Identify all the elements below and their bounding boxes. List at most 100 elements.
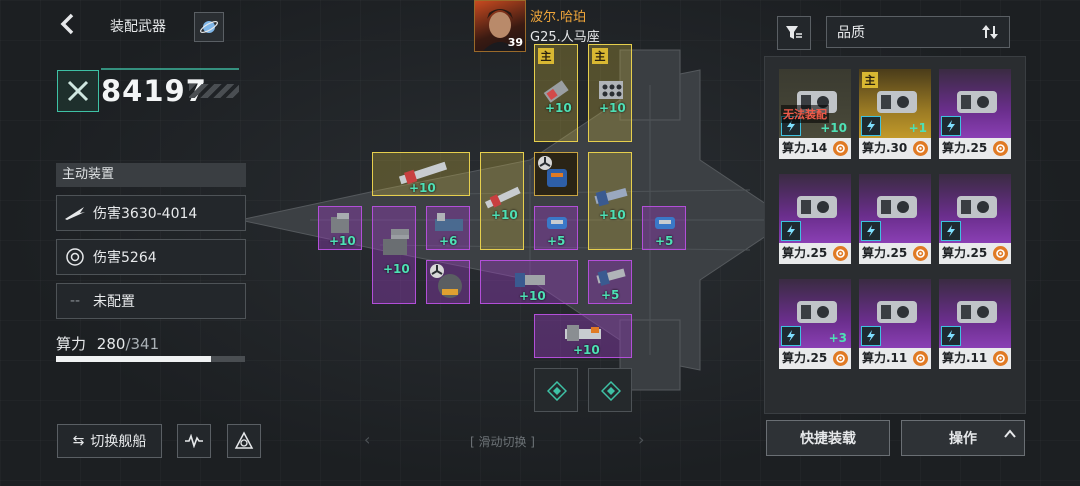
gear-icon — [833, 351, 848, 366]
active-device-title: 主动装置 — [56, 163, 246, 187]
fleet-button[interactable] — [227, 424, 261, 458]
swap-ship-button[interactable]: ⇆ 切换舰船 — [57, 424, 162, 458]
captain-level: 39 — [507, 36, 523, 49]
lightning-skill-icon — [781, 326, 801, 346]
compute-max: /341 — [125, 335, 160, 353]
main-tag: 主 — [862, 72, 878, 88]
slide-right-icon[interactable]: › — [638, 430, 644, 449]
chevron-left-icon — [60, 13, 74, 35]
main-tag: 主 — [538, 48, 554, 64]
slash-damage-icon — [63, 203, 87, 223]
inventory-card[interactable]: 算力.25 — [939, 69, 1011, 159]
card-power: 算力.25 — [779, 348, 851, 369]
weapon-slot-8[interactable]: +6 — [426, 206, 470, 250]
compute-label: 算力 280/341 — [56, 333, 159, 354]
cannon-icon — [596, 268, 626, 286]
card-power: 算力.11 — [859, 348, 931, 369]
slot-level: +5 — [547, 234, 566, 248]
card-power-label: 算力.25 — [942, 141, 988, 155]
captain-avatar[interactable]: 39 — [474, 0, 526, 52]
gear-icon — [833, 141, 848, 156]
gear-icon — [913, 246, 928, 261]
lightning-skill-icon — [941, 116, 961, 136]
slot-level: +10 — [491, 208, 518, 222]
inventory-card[interactable]: 主 +1 算力.30 — [859, 69, 931, 159]
weapon-slot-2[interactable]: 主 +10 — [588, 44, 632, 142]
operation-button[interactable]: 操作 — [901, 420, 1025, 456]
card-power: 算力.25 — [939, 138, 1011, 159]
lightning-skill-icon — [861, 326, 881, 346]
active-device-2[interactable]: 伤害5264 — [56, 239, 246, 275]
core-slot[interactable] — [534, 152, 578, 196]
empty-slot-2[interactable] — [588, 368, 632, 412]
card-power-label: 算力.25 — [782, 351, 828, 365]
weapon-slot-10[interactable]: +5 — [642, 206, 686, 250]
inventory-card[interactable]: 算力.25 — [939, 174, 1011, 264]
empty-slot-icon — [601, 381, 621, 401]
card-power-label: 算力.14 — [782, 141, 828, 155]
waveform-icon — [185, 434, 203, 448]
weapon-slot-13[interactable]: +5 — [588, 260, 632, 304]
inventory-card[interactable]: 无法装配 +10 算力.14 — [779, 69, 851, 159]
slot-level: +5 — [601, 288, 620, 302]
inventory-card[interactable]: 算力.25 — [859, 174, 931, 264]
card-power: 算力.25 — [859, 243, 931, 264]
active-device-1[interactable]: 伤害3630-4014 — [56, 195, 246, 231]
card-power: 算力.11 — [939, 348, 1011, 369]
slot-level: +10 — [383, 262, 410, 276]
power-score: 84197 — [57, 68, 240, 112]
quality-select[interactable]: 品质 — [826, 16, 1010, 48]
planet-button[interactable] — [194, 12, 224, 42]
active-device-3-label: 未配置 — [93, 294, 135, 310]
card-power-label: 算力.11 — [942, 351, 988, 365]
sphere-reactor-icon — [438, 274, 462, 298]
missile-pod-icon — [543, 80, 569, 103]
card-level: +1 — [908, 121, 927, 135]
card-power-label: 算力.25 — [942, 246, 988, 260]
main-tag: 主 — [592, 48, 608, 64]
active-device-panel: 主动装置 伤害3630-4014 伤害5264 -- 未配置 — [56, 163, 246, 319]
empty-slot-1[interactable] — [534, 368, 578, 412]
weapon-slot-5[interactable]: +10 — [588, 152, 632, 250]
weapon-slot-7[interactable]: +10 — [372, 206, 416, 304]
plasma-launcher-icon — [547, 217, 567, 229]
lightning-skill-icon — [861, 116, 881, 136]
weapon-slot-14[interactable]: +10 — [534, 314, 632, 358]
slot-level: +10 — [409, 181, 436, 195]
back-button[interactable] — [58, 12, 80, 38]
lightning-skill-icon — [861, 221, 881, 241]
active-device-3[interactable]: -- 未配置 — [56, 283, 246, 319]
slot-level: +10 — [519, 289, 546, 303]
inventory-card[interactable]: +3 算力.25 — [779, 279, 851, 369]
weapon-slot-12[interactable]: +10 — [480, 260, 578, 304]
weapon-slot-1[interactable]: 主 +10 — [534, 44, 578, 142]
heavy-cannon-icon — [515, 273, 545, 287]
filter-button[interactable] — [777, 16, 811, 50]
quick-load-button[interactable]: 快捷装载 — [766, 420, 890, 456]
weapon-slot-11[interactable] — [426, 260, 470, 304]
slide-left-icon[interactable]: ‹ — [364, 430, 370, 449]
cannon-icon — [594, 187, 628, 207]
captain-ship: G25.人马座 — [530, 30, 600, 45]
shield-burst-icon — [63, 247, 87, 267]
weapon-slot-3[interactable]: +10 — [372, 152, 470, 196]
chevron-up-icon — [1004, 429, 1016, 438]
active-device-1-label: 伤害3630-4014 — [93, 206, 198, 222]
inventory-card[interactable]: 算力.11 — [939, 279, 1011, 369]
weapon-slot-4[interactable]: +10 — [480, 152, 524, 250]
card-power: 算力.14 — [779, 138, 851, 159]
compute-bar — [56, 356, 245, 362]
slot-level: +10 — [599, 101, 626, 115]
gear-icon — [913, 351, 928, 366]
quality-label: 品质 — [837, 25, 865, 41]
weapon-slot-9[interactable]: +5 — [534, 206, 578, 250]
inventory-card[interactable]: 算力.11 — [859, 279, 931, 369]
waveform-button[interactable] — [177, 424, 211, 458]
weapon-slot-6[interactable]: +10 — [318, 206, 362, 250]
card-power-label: 算力.30 — [862, 141, 908, 155]
slide-hint: [ 滑动切换 ] — [470, 435, 535, 449]
inventory-card[interactable]: 算力.25 — [779, 174, 851, 264]
card-power-label: 算力.25 — [782, 246, 828, 260]
card-level: +3 — [828, 331, 847, 345]
captain-name: 波尔.哈珀 — [530, 10, 587, 25]
